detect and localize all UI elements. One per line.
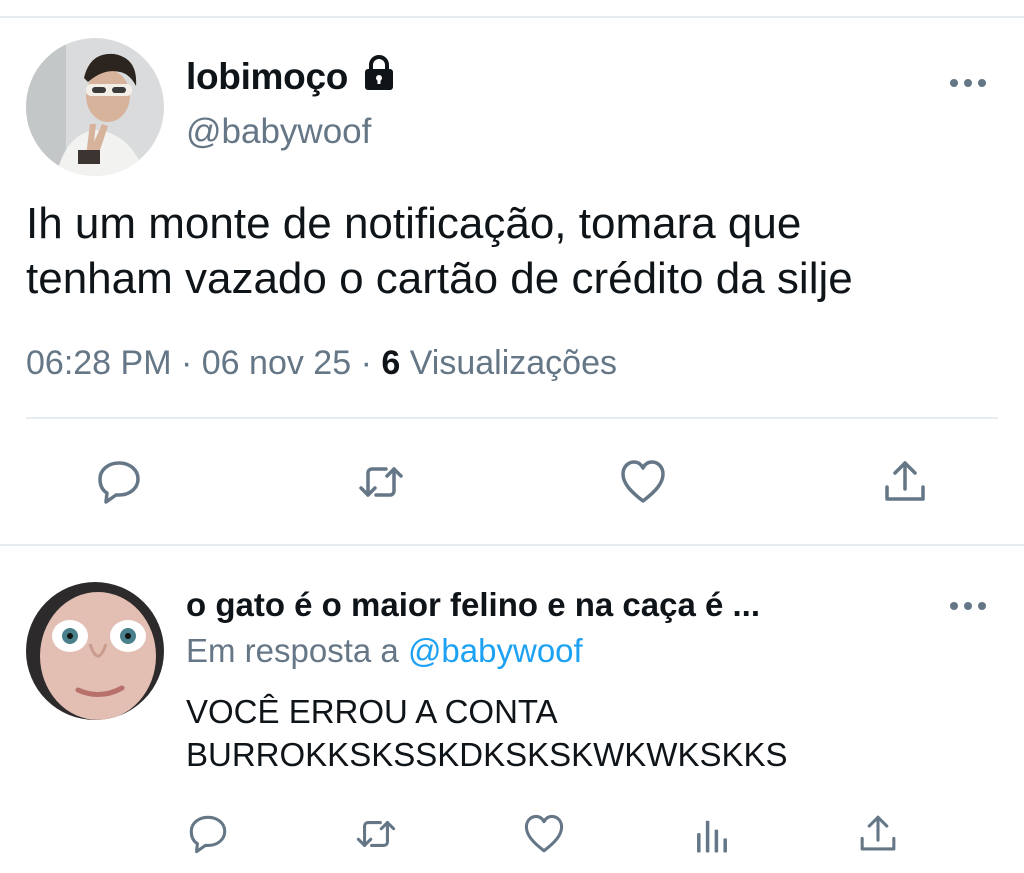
retweet-icon[interactable] — [354, 812, 398, 856]
reply-text: VOCÊ ERROU A CONTA BURROKKSKSSKDKSKSKWKW… — [186, 690, 788, 776]
reply-author-avatar[interactable] — [26, 582, 164, 720]
in-reply-prefix: Em resposta a — [186, 632, 399, 669]
more-horizontal-icon[interactable] — [948, 598, 988, 614]
more-horizontal-icon[interactable] — [948, 75, 988, 91]
reply-author-name[interactable]: o gato é o maior felino e na caça é ... — [186, 586, 760, 624]
comment-icon[interactable] — [186, 812, 230, 856]
tweet-text-line: Ih um monte de notificação, tomara que — [26, 199, 802, 248]
analytics-icon[interactable] — [690, 812, 734, 856]
reply-text-line: VOCÊ ERROU A CONTA — [186, 693, 558, 730]
author-display-name[interactable]: lobimoço — [186, 56, 348, 98]
divider — [26, 417, 998, 419]
share-icon[interactable] — [880, 457, 930, 507]
author-handle[interactable]: @babywoof — [186, 112, 371, 152]
top-divider — [0, 16, 1024, 18]
reply-text-line: BURROKKSKSSKDKSKSKWKWKSKKS — [186, 736, 788, 773]
tweet-date[interactable]: 06 nov 25 — [202, 344, 351, 382]
heart-icon[interactable] — [522, 812, 566, 856]
lock-icon — [365, 55, 393, 90]
in-reply-handle[interactable]: @babywoof — [408, 632, 583, 669]
tweet-text: Ih um monte de notificação, tomara que t… — [26, 196, 1006, 306]
tweet-time[interactable]: 06:28 PM — [26, 344, 172, 382]
heart-icon[interactable] — [618, 457, 668, 507]
tweet-thread: lobimoço @babywoof Ih um monte de notifi… — [0, 0, 1024, 873]
views-count: 6 — [381, 344, 401, 382]
meta-separator: · — [180, 344, 193, 382]
in-reply-to: Em resposta a @babywoof — [186, 632, 583, 670]
tweet-meta: 06:28 PM · 06 nov 25 · 6 Visualizações — [26, 344, 617, 383]
meta-separator: · — [360, 344, 372, 382]
tweet-text-line: tenham vazado o cartão de crédito da sil… — [26, 254, 853, 303]
share-icon[interactable] — [856, 812, 900, 856]
comment-icon[interactable] — [94, 457, 144, 507]
section-divider — [0, 544, 1024, 546]
views-label: Visualizações — [409, 344, 618, 382]
author-avatar[interactable] — [26, 38, 164, 176]
retweet-icon[interactable] — [356, 457, 406, 507]
